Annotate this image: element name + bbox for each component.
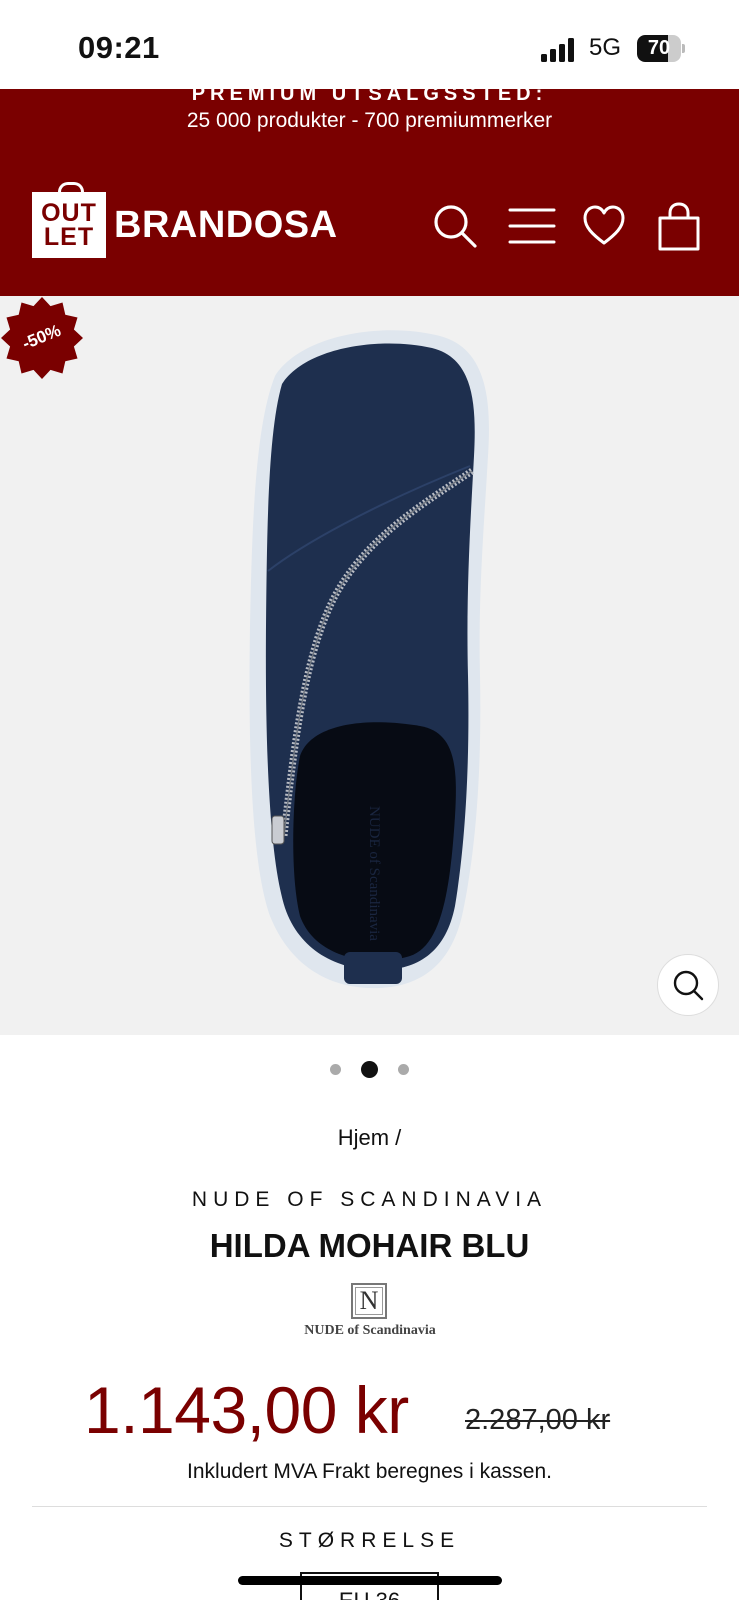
bag-icon[interactable] xyxy=(656,202,704,251)
carousel-dot[interactable] xyxy=(398,1064,409,1075)
network-type: 5G xyxy=(589,34,622,61)
heart-icon[interactable] xyxy=(582,202,630,250)
insole-text: NUDE of Scandinavia xyxy=(366,806,382,941)
product-vendor[interactable]: NUDE OF SCANDINAVIA xyxy=(0,1188,739,1212)
logo-text: BRANDOSA xyxy=(114,203,338,246)
brand-logo-letter: N xyxy=(351,1283,387,1319)
product-gallery[interactable]: NUDE of Scandinavia xyxy=(0,296,739,1035)
logo-mark-line1: OUT xyxy=(41,199,97,227)
brand-logo[interactable]: N NUDE of Scandinavia xyxy=(290,1283,450,1339)
status-time: 09:21 xyxy=(78,30,160,65)
search-icon[interactable] xyxy=(431,202,479,250)
logo-mark-line2: LET xyxy=(43,223,95,251)
brand-logo-text: NUDE of Scandinavia xyxy=(304,1323,436,1338)
carousel-dots xyxy=(0,1061,739,1078)
carousel-dot-active[interactable] xyxy=(361,1061,378,1078)
site-logo[interactable]: OUT LET BRANDOSA xyxy=(32,182,338,261)
signal-icon xyxy=(541,38,577,62)
battery-level: 70 xyxy=(647,37,671,59)
battery-icon: 70 xyxy=(637,35,685,62)
tax-note: Inkludert MVA Frakt beregnes i kassen. xyxy=(187,1460,552,1483)
announcement-text[interactable]: 25 000 produkter - 700 premiummerker xyxy=(0,109,739,133)
menu-icon[interactable] xyxy=(508,202,556,250)
home-indicator[interactable] xyxy=(238,1576,502,1585)
size-label: STØRRELSE xyxy=(278,1529,461,1552)
zoom-icon xyxy=(673,970,704,1001)
carousel-dot[interactable] xyxy=(330,1064,341,1075)
breadcrumb[interactable]: Hjem / xyxy=(0,1125,739,1151)
zoom-button[interactable] xyxy=(657,954,719,1016)
logo-mark: OUT LET xyxy=(32,182,106,258)
divider xyxy=(32,1506,707,1507)
sale-price: 1.143,00 kr xyxy=(84,1373,409,1447)
site-header: PREMIUM UTSALGSSTED: 25 000 produkter - … xyxy=(0,89,739,296)
discount-badge: -50% xyxy=(0,296,84,380)
product-title: HILDA MOHAIR BLU xyxy=(209,1227,530,1264)
compare-price: 2.287,00 kr xyxy=(465,1404,611,1436)
status-bar: 09:21 5G 70 xyxy=(0,0,739,89)
product-image: NUDE of Scandinavia xyxy=(249,330,489,989)
announcement-title: PREMIUM UTSALGSSTED: xyxy=(191,89,548,105)
